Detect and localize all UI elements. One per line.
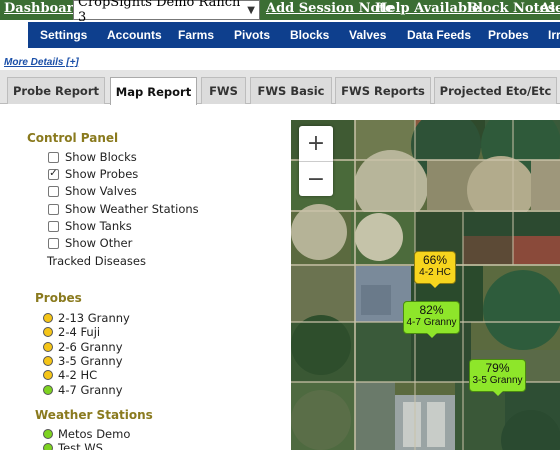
probe-list-item[interactable]: 2-4 Fuji xyxy=(43,325,100,339)
marker-label: 4-7 Granny xyxy=(406,317,457,328)
show-blocks-checkbox[interactable]: Show Blocks xyxy=(48,149,137,165)
nav-probes[interactable]: Probes xyxy=(488,28,529,42)
probe-marker[interactable]: 66% 4-2 HC xyxy=(414,251,456,288)
checkbox-box[interactable] xyxy=(48,237,59,249)
marker-label: 3-5 Granny xyxy=(472,375,523,386)
more-details-link[interactable]: More Details [+] xyxy=(4,57,79,68)
tab-fws-reports[interactable]: FWS Reports xyxy=(335,77,431,104)
nav-farms[interactable]: Farms xyxy=(178,28,214,42)
marker-percent: 66% xyxy=(422,253,448,267)
weather-station-list-item[interactable]: Test WS xyxy=(43,441,103,450)
nav-settings[interactable]: Settings xyxy=(40,28,87,42)
probe-list-item[interactable]: 4-7 Granny xyxy=(43,383,123,397)
nav-data-feeds[interactable]: Data Feeds xyxy=(407,28,471,42)
report-tabs: Probe Report Map Report FWS FWS Basic FW… xyxy=(0,70,560,105)
ranch-select[interactable]: CropSights Demo Ranch 3 ▼ xyxy=(73,0,260,25)
checkbox-box[interactable] xyxy=(48,220,59,232)
zoom-control: + − xyxy=(299,126,333,196)
tab-fws[interactable]: FWS xyxy=(201,77,246,104)
status-dot-icon xyxy=(43,356,53,366)
status-dot-icon xyxy=(43,385,53,395)
zoom-in-button[interactable]: + xyxy=(299,126,333,161)
show-valves-checkbox[interactable]: Show Valves xyxy=(48,183,137,199)
tab-map-report[interactable]: Map Report xyxy=(110,77,197,105)
nav-accounts[interactable]: Accounts xyxy=(107,28,162,42)
nav-pivots[interactable]: Pivots xyxy=(234,28,270,42)
dashboard-link[interactable]: Dashboard xyxy=(4,1,83,16)
marker-percent: 82% xyxy=(419,303,444,317)
top-bar: Dashboard CropSights Demo Ranch 3 ▼ Add … xyxy=(0,0,560,25)
show-weather-stations-checkbox[interactable]: Show Weather Stations xyxy=(48,201,199,217)
status-dot-icon xyxy=(43,443,53,450)
status-dot-icon xyxy=(43,429,53,439)
control-panel-title: Control Panel xyxy=(27,131,119,145)
weather-stations-heading: Weather Stations xyxy=(35,408,153,422)
marker-pointer xyxy=(426,333,437,338)
alerts-link[interactable]: Ale xyxy=(540,1,560,16)
chevron-down-icon: ▼ xyxy=(247,4,255,16)
tab-projected-eto-etc[interactable]: Projected Eto/Etc xyxy=(434,77,557,104)
show-tanks-checkbox[interactable]: Show Tanks xyxy=(48,218,132,234)
tracked-diseases-label: Tracked Diseases xyxy=(47,254,146,268)
main-nav: Settings Accounts Farms Pivots Blocks Va… xyxy=(28,22,560,48)
probes-heading: Probes xyxy=(35,291,82,305)
nav-irrigation[interactable]: Irr xyxy=(548,28,560,42)
marker-percent: 79% xyxy=(485,361,510,375)
probe-list-item[interactable]: 3-5 Granny xyxy=(43,354,123,368)
nav-valves[interactable]: Valves xyxy=(349,28,386,42)
checkbox-box[interactable] xyxy=(48,203,59,215)
status-dot-icon xyxy=(43,327,53,337)
probe-list-item[interactable]: 4-2 HC xyxy=(43,368,97,382)
probe-marker[interactable]: 79% 3-5 Granny xyxy=(469,359,526,396)
show-other-checkbox[interactable]: Show Other xyxy=(48,235,132,251)
marker-pointer xyxy=(492,391,503,396)
tab-fws-basic[interactable]: FWS Basic xyxy=(250,77,332,104)
checkbox-box[interactable] xyxy=(48,151,59,163)
marker-pointer xyxy=(430,283,440,288)
checkbox-box[interactable] xyxy=(48,185,59,197)
weather-station-list-item[interactable]: Metos Demo xyxy=(43,427,130,441)
status-dot-icon xyxy=(43,313,53,323)
probe-list-item[interactable]: 2-13 Granny xyxy=(43,311,130,325)
checkbox-checked[interactable]: ✓ xyxy=(48,168,59,180)
probe-marker[interactable]: 82% 4-7 Granny xyxy=(403,301,460,338)
probe-list-item[interactable]: 2-6 Granny xyxy=(43,340,123,354)
status-dot-icon xyxy=(43,342,53,352)
tab-probe-report[interactable]: Probe Report xyxy=(7,77,105,104)
marker-label: 4-2 HC xyxy=(419,267,451,278)
status-dot-icon xyxy=(43,370,53,380)
control-panel xyxy=(0,105,290,450)
zoom-out-button[interactable]: − xyxy=(299,162,333,197)
help-available-link[interactable]: Help Available xyxy=(375,1,480,16)
show-probes-checkbox[interactable]: ✓ Show Probes xyxy=(48,166,138,182)
nav-blocks[interactable]: Blocks xyxy=(290,28,329,42)
